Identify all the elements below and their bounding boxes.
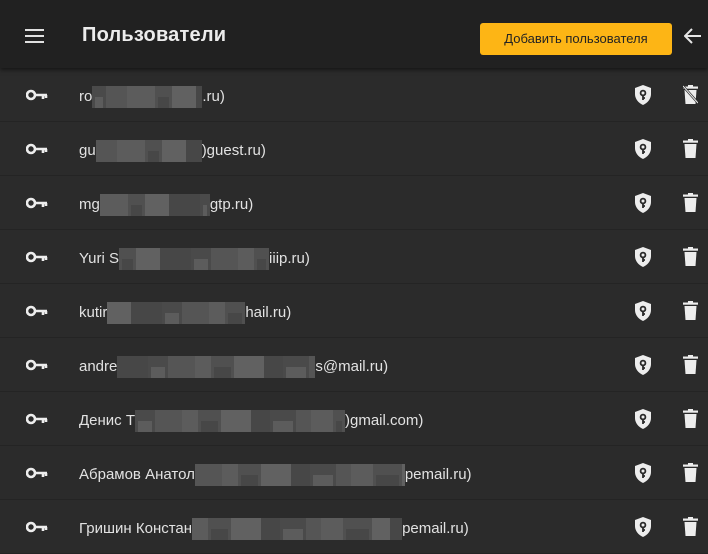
user-name-visible: Денис Т [79,411,135,429]
redacted-block [135,410,345,432]
user-email-visible: )gmail.com) [345,411,424,429]
user-label: Денис Т )gmail.com) [79,410,423,432]
user-list: ro .ru) gu )guest.ru) mg gtp.ru) Yuri S iiip.ru… [0,68,708,554]
user-name-visible: Yuri S [79,249,120,267]
user-email-visible: gtp.ru) [209,195,254,213]
page-title: Пользователи [82,24,227,46]
user-name-visible: ro [79,87,93,105]
redacted-block [192,518,403,540]
key-icon[interactable] [26,359,48,371]
user-name-visible: andre [79,357,118,375]
user-email-visible: s@mail.ru) [315,357,389,375]
user-row: Yuri S iiip.ru) [0,230,708,284]
user-label: mg gtp.ru) [79,194,253,216]
user-name-visible: kutir [79,303,108,321]
user-label: gu )guest.ru) [79,140,266,162]
trash-icon[interactable] [683,193,698,212]
user-label: ro .ru) [79,86,225,108]
menu-icon[interactable] [25,29,44,43]
user-email-visible: .ru) [202,87,225,105]
user-email-visible: pemail.ru) [402,519,469,537]
redacted-block [117,356,316,378]
arrow-left-icon[interactable] [684,28,702,44]
user-row: mg gtp.ru) [0,176,708,230]
user-row: gu )guest.ru) [0,122,708,176]
redacted-block [95,140,202,162]
shield-key-icon[interactable] [635,193,651,213]
user-row: andre s@mail.ru) [0,338,708,392]
trash-icon[interactable] [683,463,698,482]
trash-icon[interactable] [683,301,698,320]
shield-key-icon[interactable] [635,355,651,375]
user-email-visible: )guest.ru) [201,141,266,159]
user-row: kutir hail.ru) [0,284,708,338]
shield-key-icon[interactable] [635,247,651,267]
user-row: Денис Т )gmail.com) [0,392,708,446]
shield-key-icon[interactable] [635,139,651,159]
trash-icon[interactable] [683,139,698,158]
trash-icon[interactable] [683,517,698,536]
shield-key-icon[interactable] [635,517,651,537]
key-icon[interactable] [26,143,48,155]
app-toolbar: Пользователи Добавить пользователя [0,0,708,68]
user-row: ro .ru) [0,68,708,122]
user-email-visible: hail.ru) [245,303,292,321]
redacted-block [92,86,203,108]
trash-off-icon[interactable] [683,85,698,104]
shield-key-icon[interactable] [635,301,651,321]
user-name-visible: Гришин Констан [79,519,193,537]
user-email-visible: iiip.ru) [269,249,310,267]
redacted-block [194,464,405,486]
user-email-visible: pemail.ru) [404,465,472,483]
shield-key-icon[interactable] [635,85,651,105]
add-user-button[interactable]: Добавить пользователя [480,23,672,55]
key-icon[interactable] [26,197,48,209]
redacted-block [99,194,210,216]
user-row: Абрамов Анатол pemail.ru) [0,446,708,500]
user-label: Абрамов Анатол pemail.ru) [79,464,472,486]
key-icon[interactable] [26,413,48,425]
trash-icon[interactable] [683,355,698,374]
redacted-block [107,302,246,324]
key-icon[interactable] [26,521,48,533]
user-label: Yuri S iiip.ru) [79,248,310,270]
shield-key-icon[interactable] [635,463,651,483]
key-icon[interactable] [26,305,48,317]
key-icon[interactable] [26,467,48,479]
key-icon[interactable] [26,89,48,101]
trash-icon[interactable] [683,247,698,266]
user-row: Гришин Констан pemail.ru) [0,500,708,554]
redacted-block [119,248,270,270]
user-name-visible: mg [79,195,100,213]
user-label: andre s@mail.ru) [79,356,388,378]
user-label: kutir hail.ru) [79,302,291,324]
key-icon[interactable] [26,251,48,263]
user-label: Гришин Констан pemail.ru) [79,518,469,540]
trash-icon[interactable] [683,409,698,428]
shield-key-icon[interactable] [635,409,651,429]
user-name-visible: Абрамов Анатол [79,465,195,483]
user-name-visible: gu [79,141,96,159]
